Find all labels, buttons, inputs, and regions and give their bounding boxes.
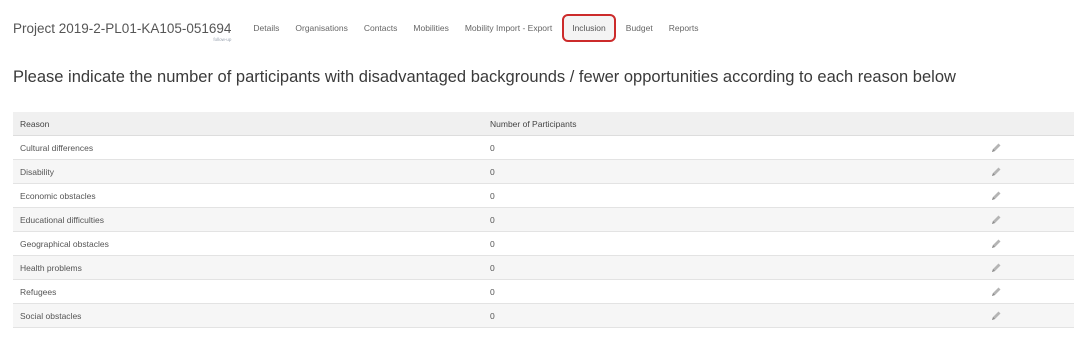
pencil-icon	[992, 191, 1001, 200]
edit-button[interactable]	[990, 190, 1050, 202]
edit-button[interactable]	[990, 286, 1050, 298]
table-row: Refugees 0	[13, 280, 1074, 304]
tab-organisations[interactable]: Organisations	[287, 15, 355, 41]
row-reason: Refugees	[20, 286, 57, 297]
tab-inclusion[interactable]: Inclusion	[562, 14, 616, 42]
inclusion-table: Reason Number of Participants Cultural d…	[13, 112, 1074, 328]
row-reason: Disability	[20, 166, 55, 177]
edit-button[interactable]	[990, 166, 1050, 178]
row-count: 0	[490, 310, 495, 321]
top-navigation-bar: Project 2019-2-PL01-KA105-051694 follow-…	[0, 0, 1074, 56]
table-row: Economic obstacles 0	[13, 184, 1074, 208]
row-count: 0	[490, 166, 495, 177]
edit-button[interactable]	[990, 310, 1050, 322]
pencil-icon	[992, 143, 1001, 152]
table-row: Health problems 0	[13, 256, 1074, 280]
row-reason: Cultural differences	[20, 142, 94, 153]
edit-button[interactable]	[990, 262, 1050, 274]
tab-mobility-import-export[interactable]: Mobility Import - Export	[457, 15, 560, 41]
edit-button[interactable]	[990, 142, 1050, 154]
column-header-number-of-participants: Number of Participants	[490, 118, 577, 129]
pencil-icon	[992, 287, 1001, 296]
row-reason: Geographical obstacles	[20, 238, 109, 249]
tab-reports[interactable]: Reports	[661, 15, 707, 41]
pencil-icon	[992, 239, 1001, 248]
row-count: 0	[490, 190, 495, 201]
row-count: 0	[490, 238, 495, 249]
table-header: Reason Number of Participants	[13, 112, 1074, 136]
pencil-icon	[992, 167, 1001, 176]
tab-mobilities[interactable]: Mobilities	[405, 15, 456, 41]
row-count: 0	[490, 214, 495, 225]
tab-details[interactable]: Details	[245, 15, 287, 41]
row-reason: Educational difficulties	[20, 214, 104, 225]
table-row: Disability 0	[13, 160, 1074, 184]
row-count: 0	[490, 286, 495, 297]
tab-contacts[interactable]: Contacts	[356, 15, 406, 41]
edit-button[interactable]	[990, 238, 1050, 250]
project-title-text: Project 2019-2-PL01-KA105-051694	[13, 20, 232, 36]
project-tabs: Details Organisations Contacts Mobilitie…	[245, 14, 706, 42]
project-subtitle: follow-up	[213, 36, 232, 42]
row-reason: Social obstacles	[20, 310, 82, 321]
row-reason: Health problems	[20, 262, 82, 273]
column-header-reason: Reason	[20, 118, 50, 129]
pencil-icon	[992, 311, 1001, 320]
page-heading: Please indicate the number of participan…	[13, 68, 956, 86]
row-reason: Economic obstacles	[20, 190, 96, 201]
edit-button[interactable]	[990, 214, 1050, 226]
row-count: 0	[490, 142, 495, 153]
project-title: Project 2019-2-PL01-KA105-051694 follow-…	[13, 20, 232, 42]
row-count: 0	[490, 262, 495, 273]
table-row: Educational difficulties 0	[13, 208, 1074, 232]
table-row: Cultural differences 0	[13, 136, 1074, 160]
tab-budget[interactable]: Budget	[618, 15, 661, 41]
table-row: Geographical obstacles 0	[13, 232, 1074, 256]
table-row: Social obstacles 0	[13, 304, 1074, 328]
pencil-icon	[992, 215, 1001, 224]
pencil-icon	[992, 263, 1001, 272]
